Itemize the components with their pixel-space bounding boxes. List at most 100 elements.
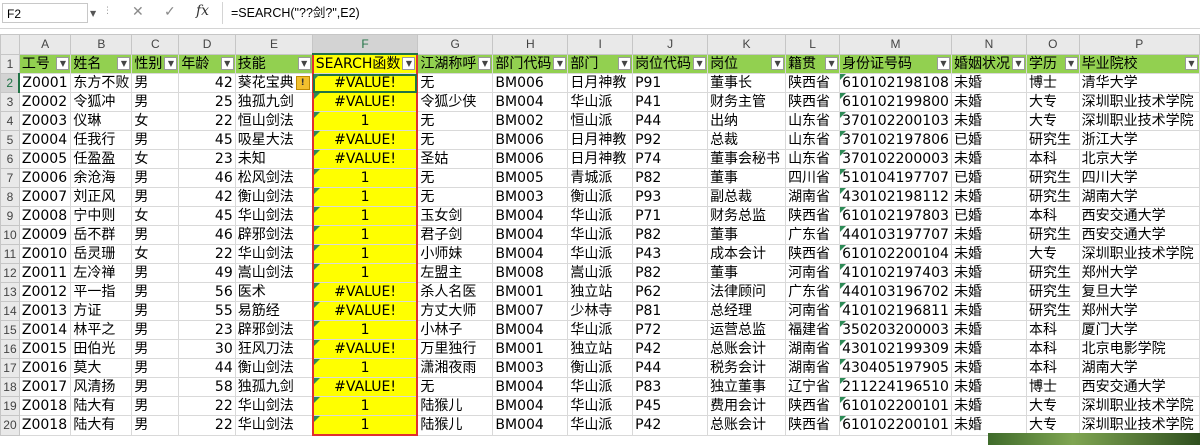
cell[interactable]: Z0015 (18, 339, 72, 359)
cell[interactable]: 未婚 (950, 111, 1027, 131)
cell[interactable]: Z0004 (18, 130, 72, 150)
cell[interactable]: 总账会计 (707, 339, 787, 359)
cell[interactable]: Z0001 (18, 73, 72, 93)
row-header[interactable]: 1 (0, 53, 20, 74)
cell[interactable]: 博士 (1025, 73, 1080, 93)
cell[interactable]: 宁中则 (70, 206, 133, 226)
cell[interactable]: 少林寺 (567, 301, 634, 321)
cell[interactable]: 430102199309 (839, 339, 952, 359)
cell[interactable]: #VALUE! (311, 149, 419, 169)
cell[interactable]: 万里独行 (416, 339, 494, 359)
column-header-j[interactable]: J (632, 34, 709, 55)
cell[interactable]: P71 (632, 206, 709, 226)
cell[interactable]: 方证 (70, 301, 133, 321)
cell[interactable]: Z0007 (18, 187, 72, 207)
cell[interactable]: 男 (131, 187, 180, 207)
cell[interactable]: 辽宁省 (785, 377, 841, 397)
cell[interactable]: 东方不败 (70, 73, 133, 93)
cell[interactable]: P41 (632, 92, 709, 112)
cell[interactable]: 58 (178, 377, 236, 397)
cell[interactable]: 小林子 (416, 320, 494, 340)
cell[interactable]: BM007 (492, 301, 569, 321)
cell[interactable]: 四川省 (785, 168, 841, 188)
cell[interactable]: 男 (131, 396, 180, 416)
cell[interactable]: Z0002 (18, 92, 72, 112)
cell[interactable]: 费用会计 (707, 396, 787, 416)
cell[interactable]: P62 (632, 282, 709, 302)
cell[interactable]: P42 (632, 415, 709, 436)
cell[interactable]: 研究生 (1025, 263, 1080, 283)
header-cell[interactable]: 毕业院校 ▼ (1078, 53, 1200, 74)
cell[interactable]: Z0018 (18, 415, 72, 436)
filter-dropdown-icon[interactable]: ▼ (164, 56, 178, 70)
filter-dropdown-icon[interactable]: ▼ (693, 56, 707, 70)
cell[interactable]: 陕西省 (785, 244, 841, 264)
cell[interactable]: 610102199800 (839, 92, 952, 112)
cell[interactable]: 总裁 (707, 130, 787, 150)
cell[interactable]: 56 (178, 282, 236, 302)
formula-input[interactable]: =SEARCH("??剑?",E2) (222, 2, 1198, 24)
row-header[interactable]: 9 (0, 206, 20, 226)
cell[interactable]: BM004 (492, 377, 569, 397)
cell[interactable]: 华山剑法 (234, 396, 314, 416)
cell[interactable]: 46 (178, 225, 236, 245)
column-header-p[interactable]: P (1078, 34, 1200, 55)
row-header[interactable]: 16 (0, 339, 20, 359)
cell[interactable]: 余沧海 (70, 168, 133, 188)
cell[interactable]: 22 (178, 111, 236, 131)
cell[interactable]: 430102198112 (839, 187, 952, 207)
row-header[interactable]: 15 (0, 320, 20, 340)
chevron-down-icon[interactable]: ▼ (90, 9, 96, 18)
column-header-m[interactable]: M (839, 34, 952, 55)
cell[interactable]: P82 (632, 225, 709, 245)
row-header[interactable]: 18 (0, 377, 20, 397)
cell[interactable]: 浙江大学 (1078, 130, 1200, 150)
cell[interactable]: 大专 (1025, 92, 1080, 112)
cell[interactable]: 陕西省 (785, 73, 841, 93)
cell[interactable]: Z0008 (18, 206, 72, 226)
cell[interactable]: BM004 (492, 396, 569, 416)
row-header[interactable]: 10 (0, 225, 20, 245)
cell[interactable]: 郑州大学 (1078, 263, 1200, 283)
cell[interactable]: 华山派 (567, 396, 634, 416)
cell[interactable]: 医术 (234, 282, 314, 302)
cell[interactable]: 25 (178, 92, 236, 112)
cell[interactable]: 30 (178, 339, 236, 359)
cell[interactable]: 男 (131, 130, 180, 150)
cell[interactable]: 独立董事 (707, 377, 787, 397)
cell[interactable]: Z0018 (18, 396, 72, 416)
cell[interactable]: 女 (131, 149, 180, 169)
row-header[interactable]: 20 (0, 415, 20, 436)
cell[interactable]: 未婚 (950, 282, 1027, 302)
cell[interactable]: 1 (311, 244, 419, 264)
cell[interactable]: P83 (632, 377, 709, 397)
cell[interactable]: 研究生 (1025, 130, 1080, 150)
cell[interactable]: 独孤九剑 (234, 377, 314, 397)
cell[interactable]: 圣姑 (416, 149, 494, 169)
cell[interactable]: 湖南省 (785, 358, 841, 378)
cell[interactable]: 任盈盈 (70, 149, 133, 169)
cell[interactable]: P42 (632, 339, 709, 359)
cell[interactable]: 财务主管 (707, 92, 787, 112)
cell[interactable]: 华山派 (567, 225, 634, 245)
cell[interactable]: 男 (131, 168, 180, 188)
cell[interactable]: BM003 (492, 358, 569, 378)
row-header[interactable]: 8 (0, 187, 20, 207)
cell[interactable]: 男 (131, 92, 180, 112)
cell[interactable]: 陕西省 (785, 206, 841, 226)
filter-dropdown-icon[interactable]: ▼ (825, 56, 839, 70)
row-header[interactable]: 19 (0, 396, 20, 416)
cell[interactable]: 华山派 (567, 206, 634, 226)
header-cell[interactable]: 岗位 ▼ (707, 53, 787, 74)
cell[interactable]: 370102197806 (839, 130, 952, 150)
cell[interactable]: 董事 (707, 168, 787, 188)
header-cell[interactable]: 工号 ▼ (18, 53, 72, 74)
cell[interactable]: 令狐冲 (70, 92, 133, 112)
cell[interactable]: 男 (131, 282, 180, 302)
cell[interactable]: 岳不群 (70, 225, 133, 245)
cell[interactable]: 清华大学 (1078, 73, 1200, 93)
cell[interactable]: 易筋经 (234, 301, 314, 321)
cell[interactable]: BM008 (492, 263, 569, 283)
cell[interactable]: 49 (178, 263, 236, 283)
cell[interactable]: 44 (178, 358, 236, 378)
